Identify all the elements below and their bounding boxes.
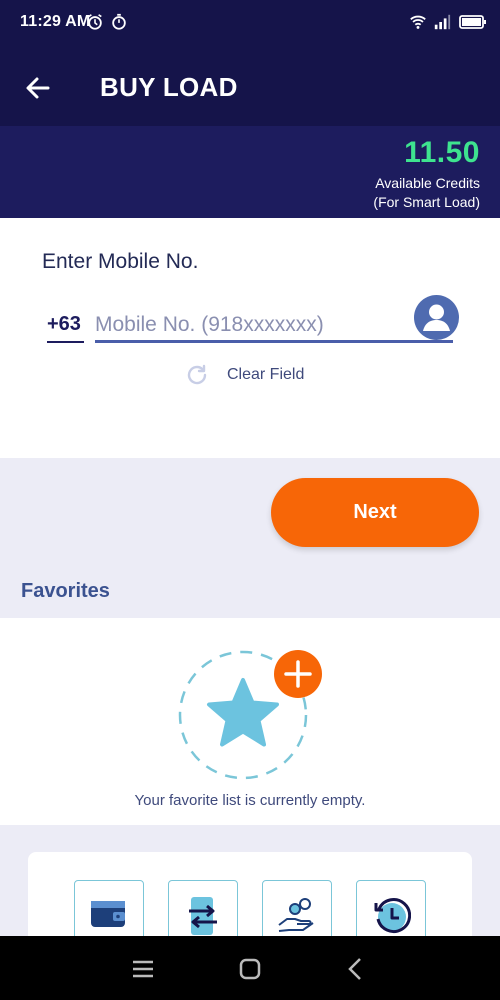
back-button[interactable]: [20, 70, 56, 106]
refresh-icon: [187, 364, 207, 385]
home-icon[interactable]: [237, 956, 263, 982]
arrow-left-icon: [26, 77, 50, 99]
entry-label: Enter Mobile No.: [42, 250, 199, 273]
contact-picker-button[interactable]: [414, 295, 459, 340]
credit-label: Available Credits: [375, 175, 480, 191]
page-title: BUY LOAD: [100, 72, 238, 102]
hand-coin-icon: [278, 898, 314, 932]
clear-field-button[interactable]: Clear Field: [185, 361, 304, 389]
system-nav-bar: [0, 936, 500, 1000]
status-bar: 11:29 AM: [0, 0, 500, 48]
wallet-icon: [91, 901, 125, 927]
favorites-panel: Your favorite list is currently empty.: [0, 618, 500, 825]
mobile-number-input[interactable]: [95, 308, 395, 342]
contact-avatar-icon: [414, 295, 459, 340]
plus-icon: [274, 650, 322, 698]
app-header: BUY LOAD: [0, 48, 500, 126]
timer-icon: [112, 13, 126, 30]
signal-icon: [434, 14, 451, 30]
service-transfer-button[interactable]: [168, 880, 238, 940]
status-time: 11:29 AM: [20, 13, 91, 30]
mobile-input-underline: [95, 340, 453, 343]
back-nav-icon[interactable]: [343, 956, 369, 982]
next-button[interactable]: Next: [271, 478, 479, 547]
country-code-underline: [47, 341, 84, 343]
history-icon: [374, 898, 411, 933]
battery-icon: [459, 15, 486, 29]
country-code: +63: [47, 313, 81, 335]
add-favorite-button[interactable]: [274, 650, 322, 698]
service-wallet-button[interactable]: [74, 880, 144, 940]
credit-amount: 11.50: [404, 136, 480, 169]
service-history-button[interactable]: [356, 880, 426, 940]
favorites-empty-message: Your favorite list is currently empty.: [134, 792, 366, 809]
favorites-heading: Favorites: [21, 580, 110, 602]
credit-sublabel: (For Smart Load): [373, 194, 480, 210]
mobile-entry-section: Enter Mobile No. +63 Clear Field: [0, 218, 500, 458]
wifi-icon: [410, 15, 426, 29]
transfer-icon: [189, 897, 217, 935]
alarm-icon: [88, 14, 102, 30]
service-pay-button[interactable]: [262, 880, 332, 940]
clear-field-label: Clear Field: [227, 366, 305, 383]
menu-icon[interactable]: [130, 956, 156, 982]
credits-panel: 11.50 Available Credits (For Smart Load): [0, 126, 500, 218]
